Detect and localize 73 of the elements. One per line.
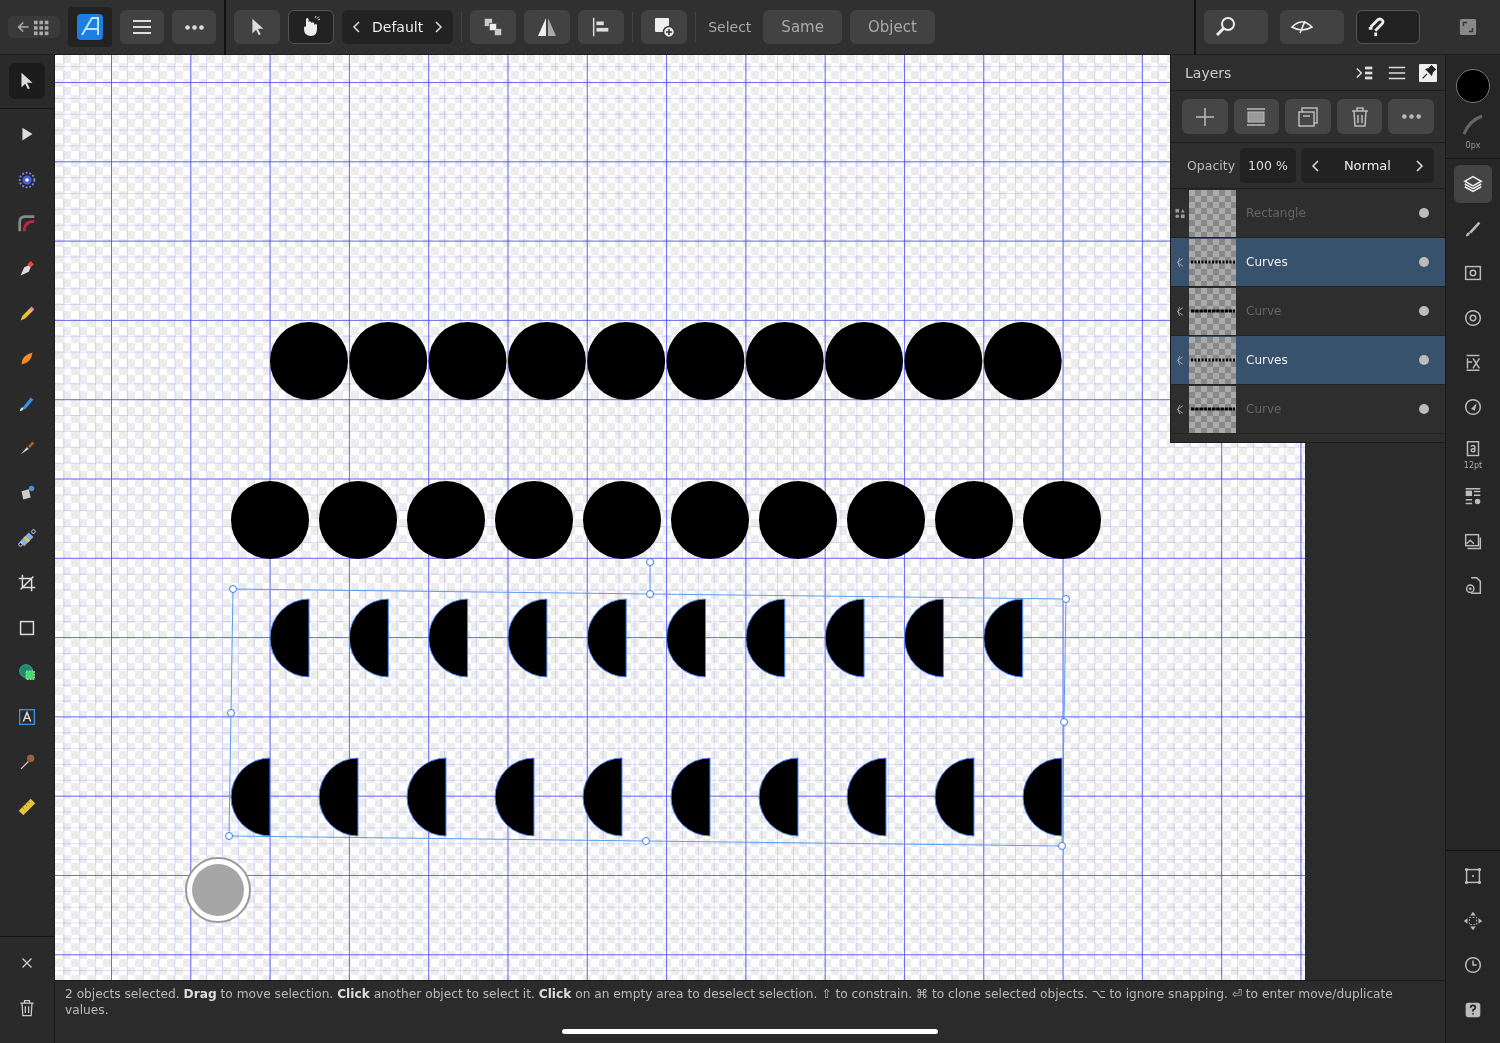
search-icon bbox=[1214, 15, 1238, 39]
pointer-button[interactable] bbox=[234, 10, 280, 44]
layer-thumbnail bbox=[1189, 287, 1236, 335]
visibility-dot[interactable] bbox=[1419, 404, 1429, 414]
visibility-dot[interactable] bbox=[1419, 257, 1429, 267]
group-icon bbox=[1296, 104, 1320, 129]
layer-thumbnail bbox=[1189, 238, 1236, 286]
layer-name: Curves bbox=[1245, 255, 1289, 269]
arrange-button[interactable] bbox=[470, 10, 517, 44]
blend-mode-selector[interactable]: Normal bbox=[1300, 148, 1434, 183]
preset-selector[interactable]: Default bbox=[342, 10, 454, 44]
zoom-button[interactable] bbox=[1204, 10, 1268, 44]
preset-name: Default bbox=[372, 19, 424, 35]
insert-button[interactable] bbox=[641, 10, 688, 44]
touch-gesture-button[interactable] bbox=[288, 10, 334, 44]
layer-thumbnail bbox=[1189, 385, 1236, 433]
flip-button[interactable] bbox=[524, 10, 571, 44]
trash-icon bbox=[17, 998, 37, 1019]
panel-title: Layers bbox=[1185, 64, 1232, 81]
mask-button[interactable] bbox=[1233, 99, 1280, 134]
move-icon bbox=[1462, 909, 1484, 932]
layer-name: Curve bbox=[1245, 304, 1283, 318]
chevron-left-icon[interactable] bbox=[352, 21, 360, 33]
layer-thumbnail bbox=[1189, 189, 1236, 237]
transform-icon bbox=[1462, 865, 1484, 887]
add-square-icon bbox=[652, 15, 677, 39]
add-layer-button[interactable] bbox=[1182, 99, 1228, 134]
stroke-width-label: 0px bbox=[1465, 141, 1481, 150]
more-button[interactable] bbox=[172, 10, 216, 44]
delete-layer-button[interactable] bbox=[1336, 99, 1383, 134]
layer-thumbnail bbox=[1189, 336, 1236, 384]
tool-button[interactable] bbox=[9, 63, 45, 99]
view-mode-button[interactable] bbox=[1280, 10, 1344, 44]
layer-name: Curve bbox=[1245, 402, 1283, 416]
opacity-label: Opacity bbox=[1187, 158, 1236, 173]
gradient-icon bbox=[16, 526, 38, 549]
pin-icon[interactable] bbox=[1419, 63, 1437, 82]
font-size-label: 12pt bbox=[1463, 460, 1483, 470]
layers-icon bbox=[1462, 173, 1484, 195]
select-option-button[interactable]: Object bbox=[849, 10, 935, 44]
app-logo bbox=[76, 13, 104, 41]
more-icon bbox=[184, 24, 204, 30]
layer-row[interactable]: Curves bbox=[1171, 336, 1445, 385]
fill-color-swatch[interactable] bbox=[1456, 69, 1490, 103]
history-icon bbox=[1462, 954, 1484, 976]
back-button[interactable] bbox=[8, 16, 60, 38]
chevron-right-icon[interactable] bbox=[1416, 159, 1424, 172]
opacity-field[interactable]: 100 % bbox=[1240, 148, 1296, 183]
selection-box[interactable] bbox=[225, 558, 1070, 850]
status-message: 2 objects selected. Drag to move selection. Click another object to select it. Click on an empty area to deselect selection. ⇧ to constrain. ⌘ to clone selected objects. ⌥ to ignore snapping. ⏎ to enter move/duplicate values. bbox=[65, 986, 1394, 1018]
more-icon bbox=[1401, 114, 1421, 119]
studio-tab[interactable]: 12pt bbox=[1454, 432, 1492, 476]
more-button[interactable] bbox=[1388, 99, 1434, 134]
visibility-dot[interactable] bbox=[1419, 355, 1429, 365]
touch-controller[interactable] bbox=[185, 857, 251, 923]
select-label: Select bbox=[708, 19, 752, 35]
visibility-dot[interactable] bbox=[1419, 306, 1429, 316]
layer-name: Curves bbox=[1245, 353, 1289, 367]
studio-tab[interactable] bbox=[1454, 165, 1492, 203]
align-button[interactable] bbox=[578, 10, 625, 44]
layer-row[interactable]: Curves bbox=[1171, 238, 1445, 287]
layer-name: Rectangle bbox=[1245, 206, 1307, 220]
fullscreen-icon bbox=[1459, 18, 1477, 36]
chevron-left-icon[interactable] bbox=[1310, 159, 1319, 172]
blend-mode-name: Normal bbox=[1343, 158, 1391, 173]
chevron-right-icon[interactable] bbox=[435, 21, 444, 33]
stroke-icon[interactable] bbox=[1461, 113, 1485, 137]
group-button[interactable] bbox=[1285, 99, 1331, 134]
menu-button[interactable] bbox=[120, 10, 164, 44]
snapping-button[interactable] bbox=[1356, 10, 1420, 44]
select-option-button[interactable]: Same bbox=[763, 10, 842, 44]
visibility-dot[interactable] bbox=[1419, 208, 1429, 218]
app-logo-button[interactable] bbox=[68, 7, 112, 47]
